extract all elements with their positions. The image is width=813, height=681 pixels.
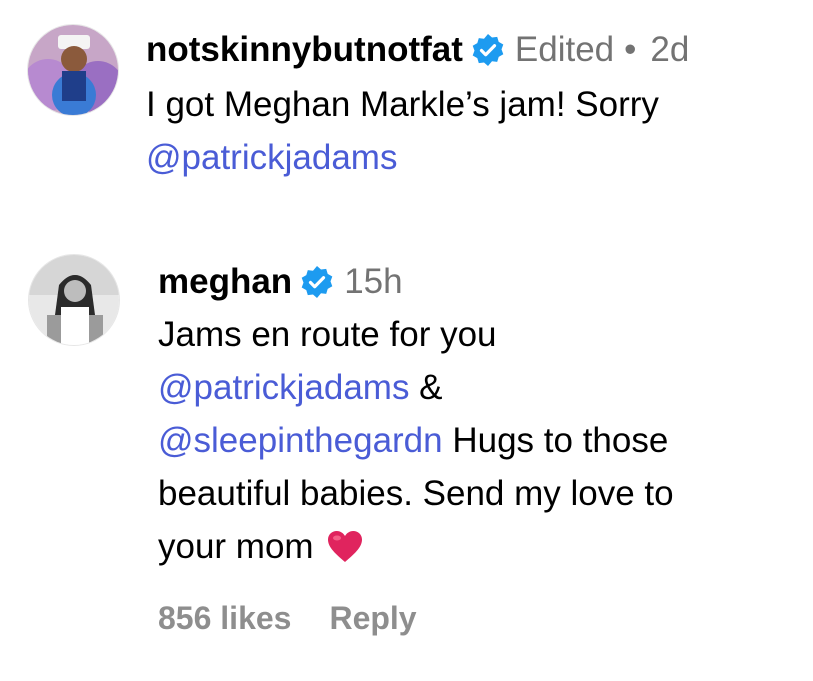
username[interactable]: meghan — [158, 262, 292, 302]
comment-text: Jams en route for you @patrickjadams & @… — [158, 308, 798, 573]
mention-link[interactable]: @sleepinthegardn — [158, 421, 443, 460]
heart-emoji-icon — [327, 526, 363, 562]
comment-text-fragment: your mom — [158, 527, 324, 566]
mention-link[interactable]: @patrickjadams — [146, 138, 397, 177]
comment-item: notskinnybutnotfat Edited • 2d I got Meg… — [0, 0, 813, 220]
comment-text-fragment: Hugs to those — [442, 421, 669, 460]
comment-text: I got Meghan Markle’s jam! Sorry @patric… — [146, 78, 806, 184]
verified-badge-icon — [471, 33, 505, 67]
reply-button[interactable]: Reply — [329, 600, 416, 637]
likes-count[interactable]: 856 likes — [158, 600, 291, 637]
verified-badge-icon — [300, 265, 334, 299]
comment-line: beautiful babies. Send my love to — [158, 474, 674, 513]
timestamp[interactable]: 15h — [344, 262, 402, 302]
edited-label: Edited — [514, 30, 615, 69]
timestamp[interactable]: 2d — [650, 30, 689, 70]
avatar[interactable] — [28, 254, 120, 346]
username[interactable]: notskinnybutnotfat — [146, 30, 463, 70]
avatar[interactable] — [27, 24, 119, 116]
comment-line: I got Meghan Markle’s jam! Sorry — [146, 85, 659, 124]
separator-dot: • — [624, 30, 637, 69]
comment-item: meghan 15h Jams en route for you @patric… — [0, 240, 813, 660]
comment-text-fragment: & — [409, 368, 443, 407]
comment-line: Jams en route for you — [158, 315, 497, 354]
mention-link[interactable]: @patrickjadams — [158, 368, 409, 407]
